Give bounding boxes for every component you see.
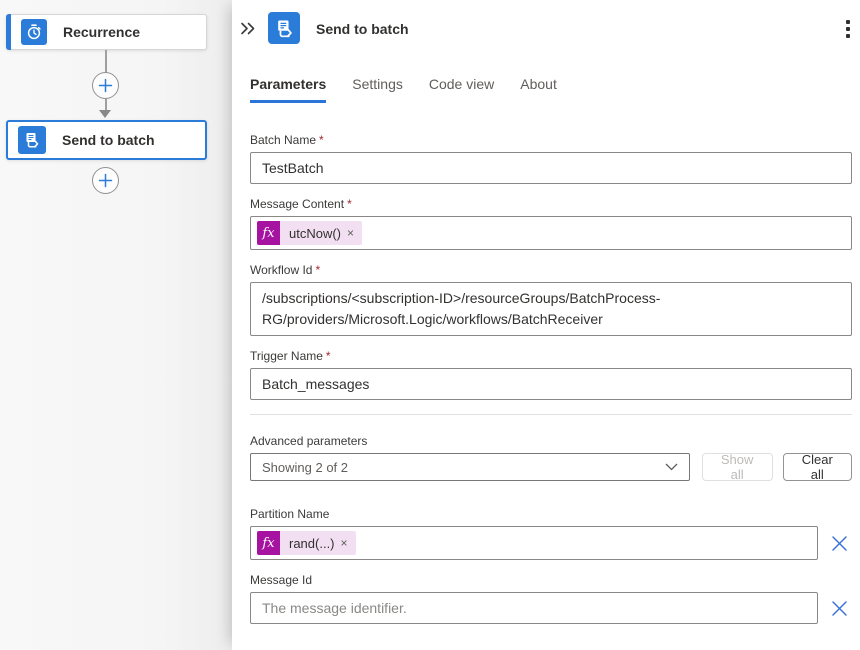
ellipsis-dot [846,27,850,31]
batch-name-label: Batch Name* [250,133,852,147]
parameters-form: Batch Name* Message Content* fx utcNow()… [232,103,860,624]
panel-title: Send to batch [316,21,409,37]
chevron-down-icon [665,463,678,471]
expression-token[interactable]: fx utcNow() × [257,221,362,245]
token-remove-icon[interactable]: × [347,226,362,240]
more-actions-button[interactable] [840,18,856,40]
panel-header: Send to batch [232,0,860,56]
remove-message-id-button[interactable] [831,600,848,617]
advanced-parameters-dropdown[interactable]: Showing 2 of 2 [250,453,690,481]
ellipsis-dot [846,34,850,38]
workflow-canvas: Recurrence Send to batch [0,0,232,650]
message-content-input[interactable]: fx utcNow() × [250,216,852,250]
double-chevron-right-icon [240,22,256,35]
ellipsis-dot [846,20,850,24]
recurrence-node-label: Recurrence [63,24,140,40]
dropdown-value: Showing 2 of 2 [262,460,348,475]
tab-bar: Parameters Settings Code view About [232,76,860,103]
expression-token[interactable]: fx rand(...) × [257,531,356,555]
message-id-input[interactable] [250,592,818,624]
partition-name-input[interactable]: fx rand(...) × [250,526,818,560]
required-asterisk: * [315,263,320,277]
arrow-down-icon [99,110,111,118]
tab-settings[interactable]: Settings [352,76,403,103]
section-divider [250,414,852,415]
batch-icon [268,12,300,44]
required-asterisk: * [319,133,324,147]
trigger-name-input[interactable] [250,368,852,400]
expression-token-label: rand(...) [280,536,341,551]
send-to-batch-node[interactable]: Send to batch [6,120,207,160]
action-details-panel: Send to batch Parameters Settings Code v… [232,0,860,650]
trigger-name-label: Trigger Name* [250,349,852,363]
message-content-label: Message Content* [250,197,852,211]
token-remove-icon[interactable]: × [341,536,356,550]
add-step-button[interactable] [92,167,119,194]
tab-code-view[interactable]: Code view [429,76,494,103]
message-id-label: Message Id [250,573,852,587]
collapse-panel-button[interactable] [240,20,258,36]
advanced-parameters-label: Advanced parameters [250,434,852,448]
tab-parameters[interactable]: Parameters [250,76,326,103]
plus-icon [98,78,113,93]
batch-icon [18,126,46,154]
partition-name-label: Partition Name [250,507,852,521]
required-asterisk: * [347,197,352,211]
tab-about[interactable]: About [520,76,557,103]
remove-partition-name-button[interactable] [831,535,848,552]
connector-line [105,50,107,73]
add-step-button[interactable] [92,72,119,99]
workflow-id-input[interactable]: /subscriptions/<subscription-ID>/resourc… [250,282,852,336]
trigger-accent-bar [6,14,11,50]
expression-token-label: utcNow() [280,226,347,241]
fx-icon: fx [257,221,280,245]
plus-icon [98,173,113,188]
clear-all-button[interactable]: Clear all [783,453,852,481]
show-all-button[interactable]: Show all [702,453,773,481]
workflow-id-label: Workflow Id* [250,263,852,277]
recurrence-clock-icon [21,19,47,45]
batch-name-input[interactable] [250,152,852,184]
fx-icon: fx [257,531,280,555]
recurrence-node[interactable]: Recurrence [6,14,207,50]
send-to-batch-node-label: Send to batch [62,132,155,148]
required-asterisk: * [326,349,331,363]
